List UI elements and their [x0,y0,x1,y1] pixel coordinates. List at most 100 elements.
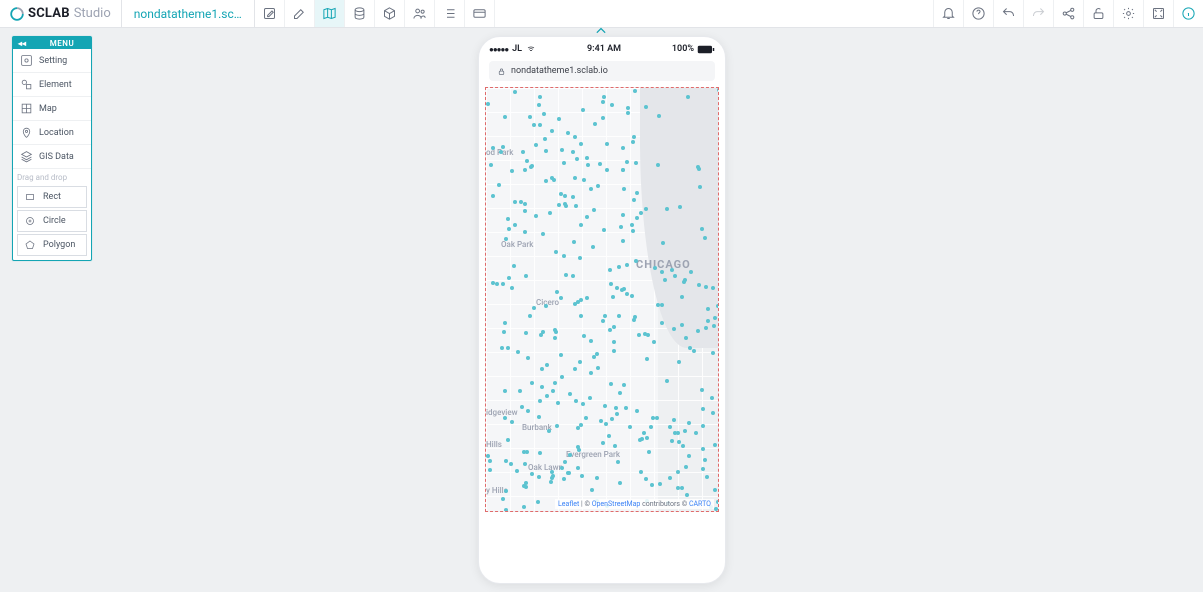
expand-icon [1151,6,1166,21]
redo-button[interactable] [1023,0,1053,27]
data-point [624,406,628,410]
data-point [604,422,608,426]
app-logo[interactable]: SCLAB Studio [0,0,122,27]
leaflet-link[interactable]: Leaflet [558,500,579,508]
expand-button[interactable] [1143,0,1173,27]
data-point [628,425,632,429]
data-point [504,508,508,512]
notifications-button[interactable] [933,0,963,27]
carrier-label: JL [512,44,522,54]
data-point [537,475,541,479]
menu-item-setting[interactable]: Setting [13,49,91,73]
data-point [678,205,682,209]
shape-polygon[interactable]: Polygon [17,234,87,256]
data-point [516,350,520,354]
cube-button[interactable] [375,0,405,27]
data-point [684,465,688,469]
data-point [657,114,661,118]
users-icon [412,6,427,21]
help-button[interactable] [963,0,993,27]
menu-panel-header: ◂◂ MENU [13,37,91,49]
data-point [718,343,719,347]
menu-item-gisdata[interactable]: GIS Data [13,145,91,169]
database-icon [352,6,367,21]
data-point [634,161,638,165]
data-point [670,268,674,272]
data-point [592,208,596,212]
data-point [530,164,534,168]
data-point [711,351,715,355]
data-point [522,505,526,509]
osm-link[interactable]: OpenStreetMap [592,500,641,508]
data-point [701,467,705,471]
data-point [652,340,656,344]
menu-item-map[interactable]: Map [13,97,91,121]
data-point [525,159,529,163]
data-point [638,438,642,442]
data-point [635,191,639,195]
data-point [534,214,538,218]
pencil-square-icon [262,6,277,21]
list-button[interactable] [435,0,465,27]
database-button[interactable] [345,0,375,27]
data-point [526,409,530,413]
canvas-caret-icon[interactable] [596,28,606,34]
data-point [700,388,704,392]
shape-circle[interactable]: Circle [17,210,87,232]
settings-button[interactable] [1113,0,1143,27]
data-point [488,459,492,463]
map-canvas[interactable]: CHICAGO Oak Park Cicero Burbank Oak Lawn… [485,87,719,512]
project-name[interactable]: nondatatheme1.sc… [122,0,255,27]
logo-icon [10,7,24,21]
data-point [555,290,559,294]
data-point [703,458,707,462]
info-button[interactable] [1173,0,1203,27]
card-button[interactable] [465,0,495,27]
data-point [568,392,572,396]
data-point [536,500,540,504]
data-point [704,326,708,330]
url-bar[interactable]: nondatatheme1.sclab.io [489,61,715,81]
data-point [503,389,507,393]
lock-button[interactable] [1083,0,1113,27]
data-point [703,236,707,240]
carto-link[interactable]: CARTO [689,500,711,508]
edit-button[interactable] [255,0,285,27]
data-point [550,129,554,133]
data-point [532,123,536,127]
data-point [522,450,526,454]
rect-icon [23,190,37,204]
data-point [617,314,621,318]
circle-plus-icon [23,214,37,228]
data-point [718,315,719,319]
data-point [567,471,571,475]
collapse-icon[interactable]: ◂◂ [18,39,26,48]
data-point [500,346,504,350]
share-button[interactable] [1053,0,1083,27]
data-point [593,122,597,126]
data-point [632,318,636,322]
data-point [538,123,542,127]
menu-item-location[interactable]: Location [13,121,91,145]
data-point [700,227,704,231]
data-point [515,469,519,473]
data-point [578,256,582,260]
data-point [573,135,577,139]
data-point [576,445,580,449]
battery-icon [697,45,715,54]
data-point [552,178,556,182]
users-button[interactable] [405,0,435,27]
data-point [615,286,619,290]
data-point [672,327,676,331]
data-point [540,367,544,371]
data-point [571,195,575,199]
shape-rect[interactable]: Rect [17,186,87,208]
compose-button[interactable] [285,0,315,27]
data-point [582,178,586,182]
data-point [523,168,527,172]
data-point [542,112,546,116]
undo-button[interactable] [993,0,1023,27]
menu-item-element[interactable]: Element [13,73,91,97]
map-mode-button[interactable] [315,0,345,27]
data-point [548,211,552,215]
